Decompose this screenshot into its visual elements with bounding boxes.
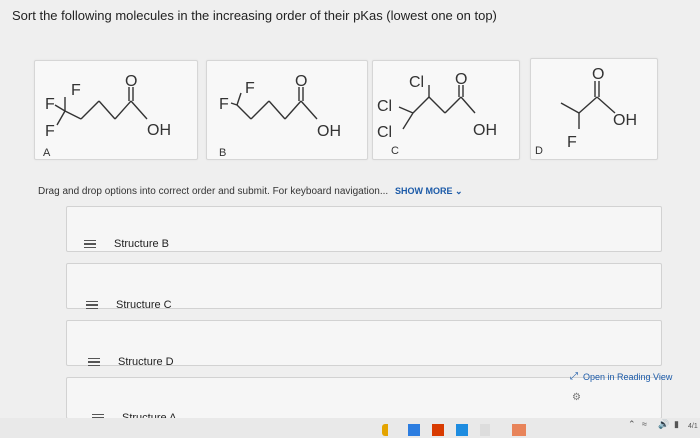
chevron-down-icon: ⌄ [454, 186, 463, 196]
atom-o: O [125, 73, 137, 90]
atom-cl: Cl [377, 124, 392, 141]
atom-oh: OH [317, 123, 341, 140]
drag-item-label: Structure D [118, 356, 174, 368]
structure-label: B [219, 147, 227, 159]
app-icon[interactable] [382, 424, 388, 436]
show-more-link[interactable]: SHOW MORE ⌄ [395, 186, 463, 196]
atom-oh: OH [473, 122, 497, 139]
atom-cl: Cl [377, 98, 392, 115]
tray-date: 4/1 [688, 423, 698, 430]
app-icon[interactable] [480, 424, 490, 436]
drag-item-structure-b[interactable]: Structure B [84, 234, 169, 254]
drag-item-structure-c[interactable]: Structure C [86, 295, 172, 315]
structure-d-drawing: O OH F [560, 66, 637, 151]
atom-oh: OH [613, 112, 637, 129]
structure-card-b: F F O OH B [206, 60, 368, 160]
structure-label: C [391, 145, 399, 157]
drag-item-label: Structure B [114, 238, 170, 250]
structure-label: A [43, 147, 51, 159]
question-text: Sort the following molecules in the incr… [12, 8, 497, 23]
instructions: Drag and drop options into correct order… [38, 186, 463, 197]
taskbar [0, 418, 700, 438]
structure-card-c: Cl Cl Cl O OH C [372, 60, 520, 160]
drag-handle-icon[interactable] [84, 239, 96, 249]
tray-chevron-icon[interactable]: ⌃ [628, 419, 636, 430]
atom-o: O [295, 73, 307, 90]
volume-icon[interactable]: 🔊 [658, 419, 669, 430]
instructions-text: Drag and drop options into correct order… [38, 186, 391, 197]
open-reading-view-button[interactable]: ⤢ Open in Reading View [570, 371, 672, 382]
structure-a-drawing: F F F O OH [45, 73, 171, 140]
atom-f: F [219, 96, 229, 113]
app-icon[interactable] [512, 424, 526, 436]
drag-handle-icon[interactable] [86, 300, 98, 310]
atom-o: O [592, 66, 604, 83]
drag-item-label: Structure C [116, 299, 172, 311]
atom-f: F [567, 134, 577, 151]
atom-oh: OH [147, 122, 171, 139]
battery-icon[interactable]: ▮ [674, 419, 679, 430]
expand-icon: ⤢ [570, 371, 578, 382]
drag-item-structure-d[interactable]: Structure D [88, 352, 174, 372]
wifi-icon[interactable]: ≈ [642, 419, 647, 429]
structure-card-d: O OH F D [530, 58, 658, 160]
atom-o: O [455, 71, 467, 88]
atom-cl: Cl [409, 74, 424, 91]
app-icon[interactable] [432, 424, 444, 436]
structure-card-a: F F F O OH A [34, 60, 198, 160]
structure-label: D [535, 145, 543, 157]
atom-f: F [45, 123, 55, 140]
show-more-label: SHOW MORE [394, 186, 453, 196]
drag-handle-icon[interactable] [88, 357, 100, 367]
atom-f: F [71, 82, 81, 99]
gear-icon: ⚙ [572, 392, 581, 403]
atom-f: F [245, 80, 255, 97]
atom-f: F [45, 96, 55, 113]
app-icon[interactable] [456, 424, 468, 436]
structure-b-drawing: F F O OH [219, 73, 341, 140]
app-icon[interactable] [408, 424, 420, 436]
reading-view-label: Open in Reading View [583, 371, 673, 382]
